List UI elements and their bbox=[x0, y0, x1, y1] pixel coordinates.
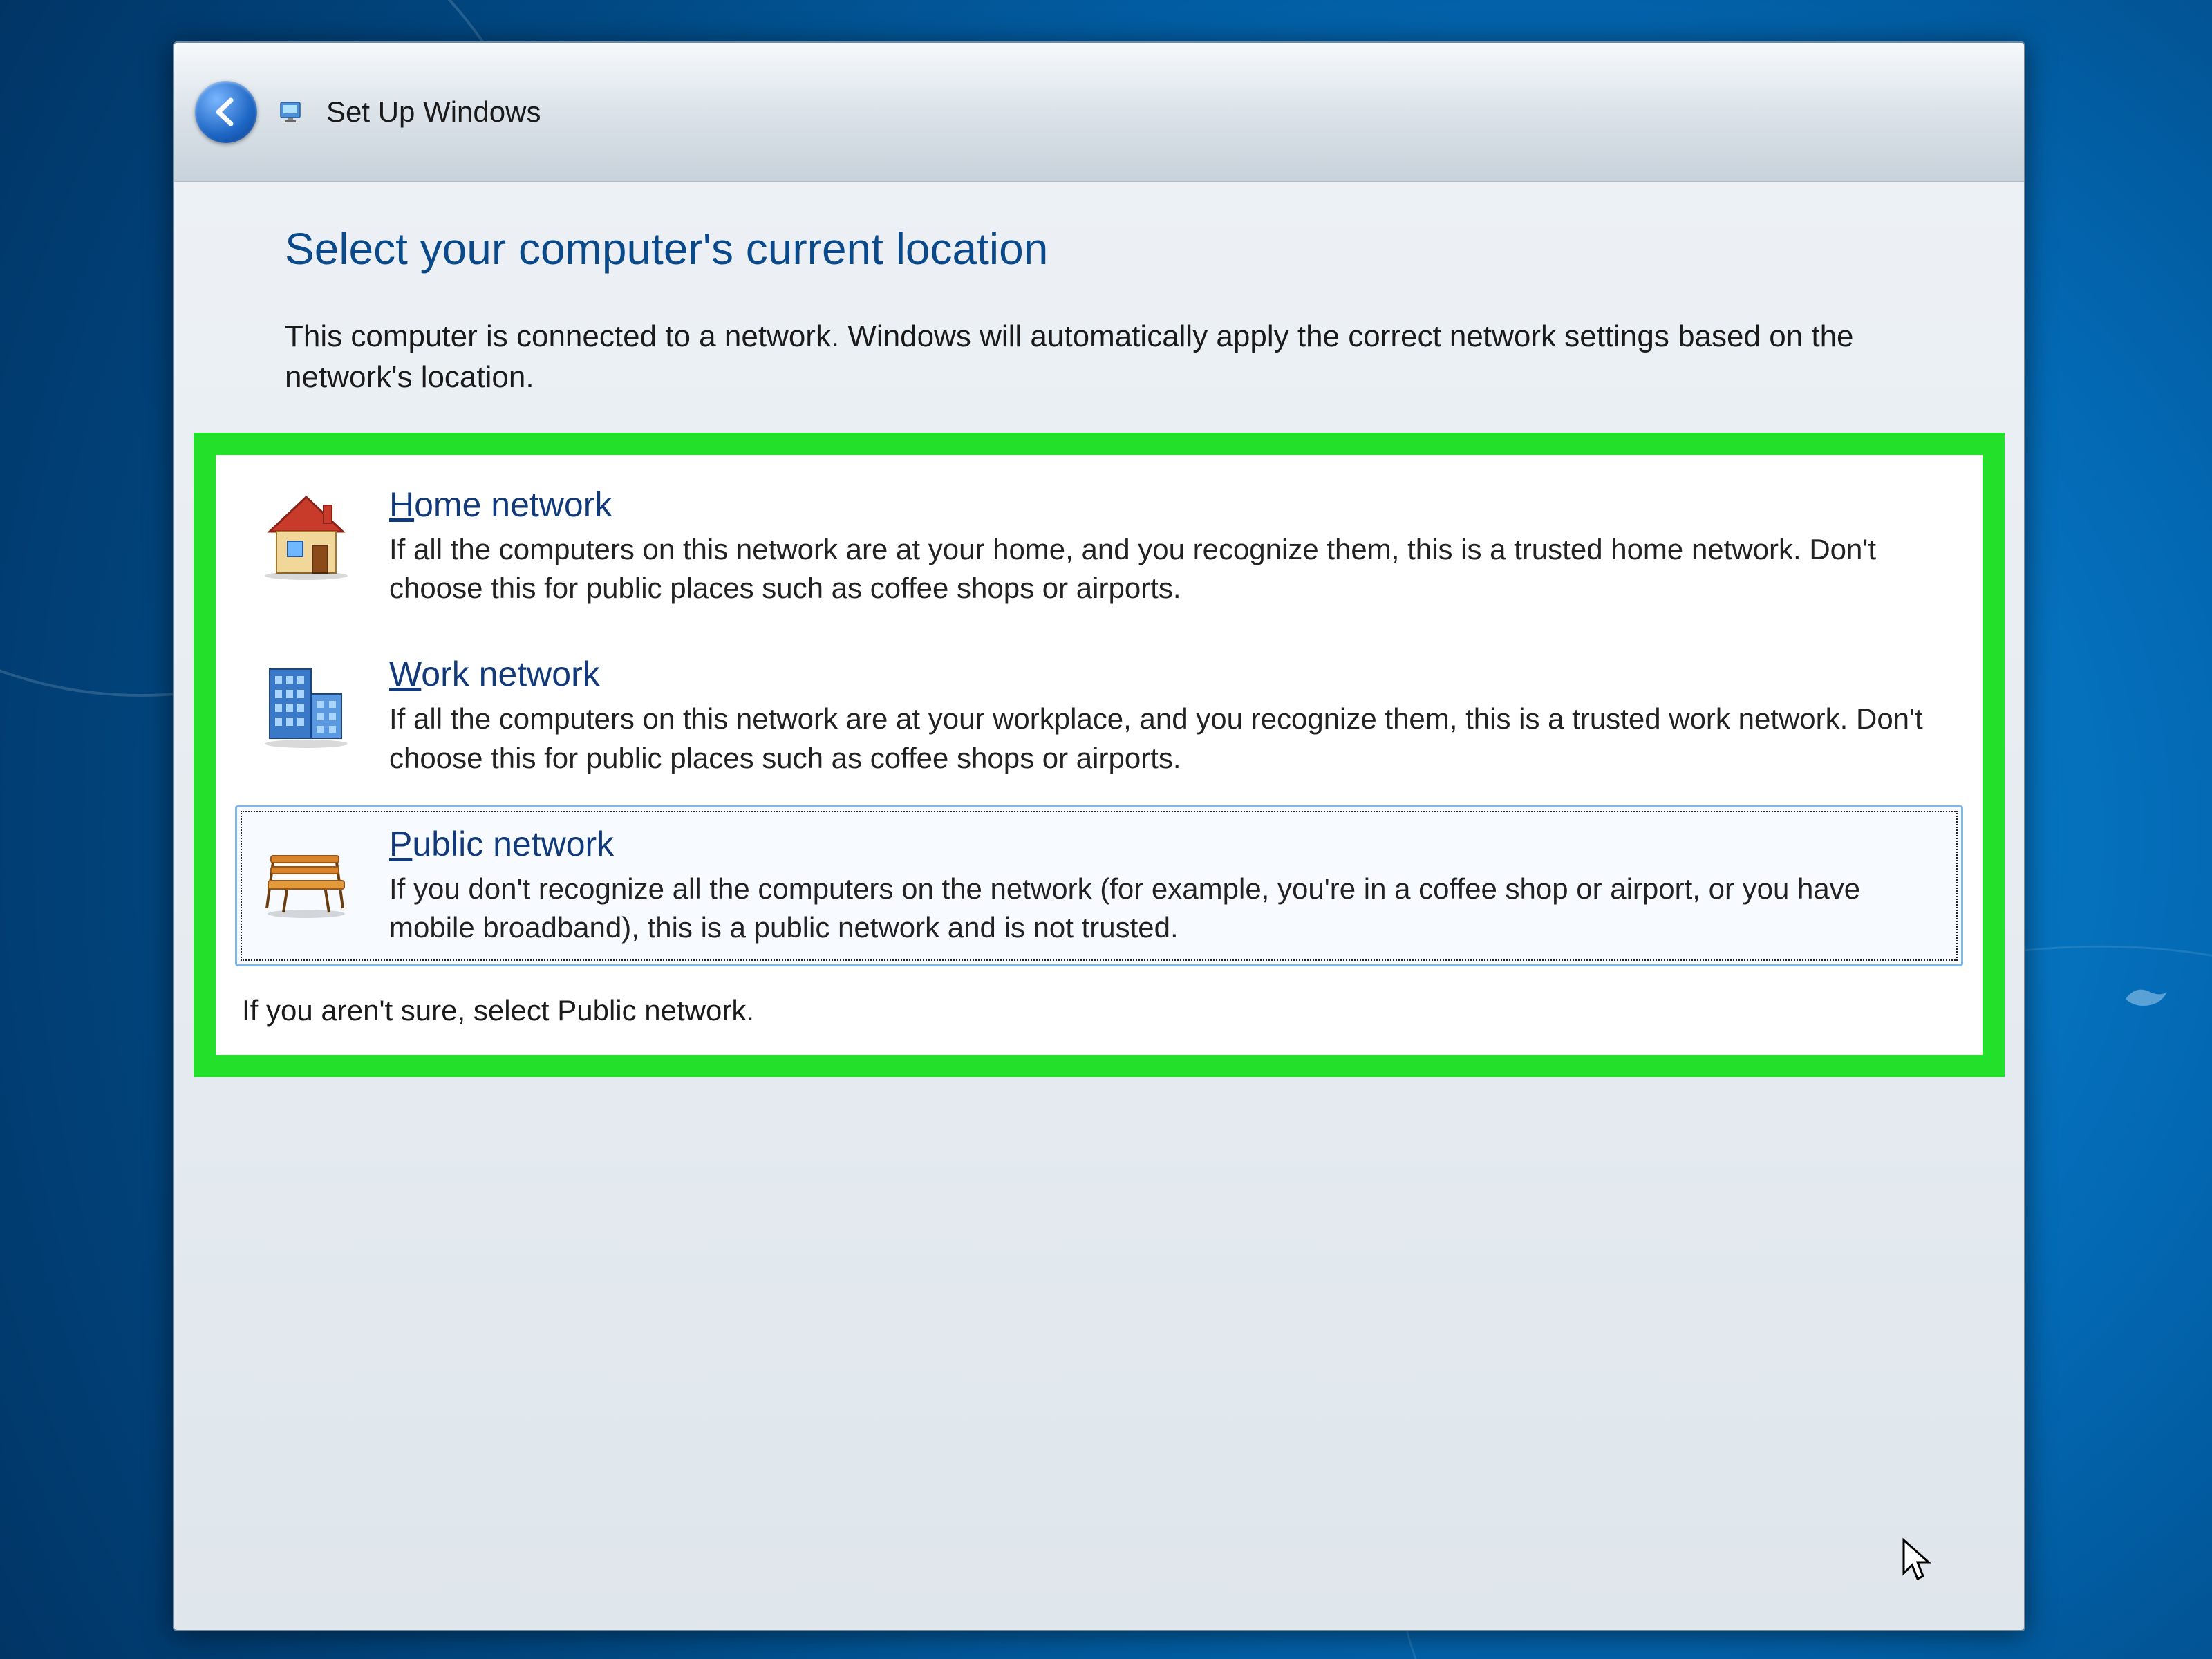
house-icon bbox=[251, 485, 362, 581]
window-title: Set Up Windows bbox=[326, 95, 541, 129]
arrow-left-icon bbox=[209, 95, 243, 129]
option-work-title: Work network bbox=[389, 654, 1947, 694]
setup-window: Set Up Windows Select your computer's cu… bbox=[173, 41, 2025, 1631]
windows-bird-icon bbox=[2122, 982, 2171, 1016]
option-public-network[interactable]: Public network If you don't recognize al… bbox=[235, 805, 1963, 966]
option-home-description: If all the computers on this network are… bbox=[389, 530, 1947, 608]
back-button[interactable] bbox=[195, 81, 257, 143]
option-home-network[interactable]: Home network If all the computers on thi… bbox=[235, 466, 1963, 627]
office-buildings-icon bbox=[251, 654, 362, 751]
option-work-description: If all the computers on this network are… bbox=[389, 700, 1947, 778]
titlebar: Set Up Windows bbox=[174, 43, 2024, 182]
setup-app-icon bbox=[278, 98, 306, 126]
mouse-cursor-icon bbox=[1901, 1537, 1934, 1582]
page-subheading: This computer is connected to a network.… bbox=[285, 316, 1913, 398]
option-home-text: Home network If all the computers on thi… bbox=[389, 485, 1947, 608]
options-panel: Home network If all the computers on thi… bbox=[216, 455, 1983, 1055]
option-public-text: Public network If you don't recognize al… bbox=[389, 824, 1947, 948]
option-public-description: If you don't recognize all the computers… bbox=[389, 870, 1947, 948]
highlighted-options-zone: Home network If all the computers on thi… bbox=[194, 433, 2005, 1077]
desktop-background: Set Up Windows Select your computer's cu… bbox=[0, 0, 2212, 1659]
option-work-text: Work network If all the computers on thi… bbox=[389, 654, 1947, 778]
option-work-network[interactable]: Work network If all the computers on thi… bbox=[235, 635, 1963, 796]
page-heading: Select your computer's current location bbox=[285, 223, 1913, 274]
footer-note: If you aren't sure, select Public networ… bbox=[235, 975, 1963, 1027]
option-home-title: Home network bbox=[389, 485, 1947, 525]
park-bench-icon bbox=[251, 824, 362, 921]
option-public-title: Public network bbox=[389, 824, 1947, 864]
header-area: Select your computer's current location … bbox=[174, 182, 2024, 433]
